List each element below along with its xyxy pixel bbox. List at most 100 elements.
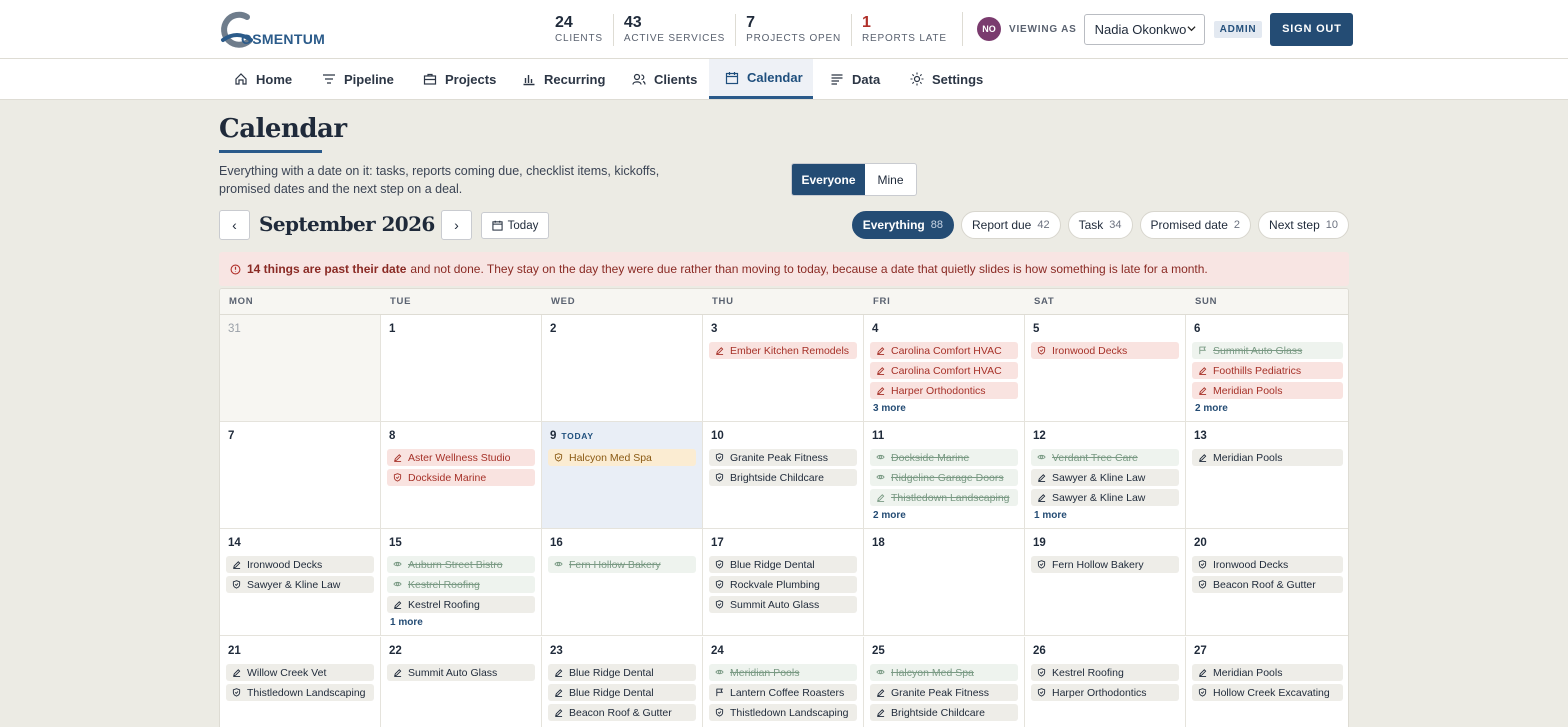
nav-home[interactable]: Home [234, 59, 292, 99]
more-events-link[interactable]: 1 more [387, 617, 535, 628]
calendar-event[interactable]: Brightside Childcare [870, 704, 1018, 721]
nav-settings[interactable]: Settings [910, 59, 983, 99]
more-events-link[interactable]: 3 more [870, 403, 1018, 414]
calendar-event[interactable]: Kestrel Roofing [1031, 664, 1179, 681]
day-cell[interactable]: 14 Ironwood Decks Sawyer & Kline Law [220, 529, 381, 636]
calendar-event[interactable]: Summit Auto Glass [387, 664, 535, 681]
calendar-event[interactable]: Meridian Pools [709, 664, 857, 681]
day-cell[interactable]: 13 Meridian Pools [1186, 422, 1348, 529]
calendar-event[interactable]: Verdant Tree Care [1031, 449, 1179, 466]
nav-recurring[interactable]: Recurring [522, 59, 605, 99]
day-cell[interactable]: 15 Auburn Street Bistro Kestrel Roofing Kes… [381, 529, 542, 636]
filter-promised-date[interactable]: Promised date 2 [1139, 211, 1252, 239]
calendar-event[interactable]: Summit Auto Glass [1192, 342, 1343, 359]
calendar-event[interactable]: Ember Kitchen Remodels [709, 342, 857, 359]
scope-mine[interactable]: Mine [865, 164, 916, 195]
calendar-event[interactable]: Sawyer & Kline Law [1031, 489, 1179, 506]
calendar-event[interactable]: Dockside Marine [387, 469, 535, 486]
calendar-event[interactable]: Rockvale Plumbing [709, 576, 857, 593]
day-cell[interactable]: 25 Halcyon Med Spa Granite Peak Fitness Bri… [864, 637, 1025, 727]
calendar-event[interactable]: Dockside Marine [870, 449, 1018, 466]
nav-pipeline[interactable]: Pipeline [322, 59, 394, 99]
day-cell[interactable]: 18 [864, 529, 1025, 636]
day-cell[interactable]: 8 Aster Wellness Studio Dockside Marine [381, 422, 542, 529]
calendar-event[interactable]: Blue Ridge Dental [548, 684, 696, 701]
filter-next-step[interactable]: Next step 10 [1258, 211, 1349, 239]
calendar-event[interactable]: Meridian Pools [1192, 449, 1343, 466]
calendar-event[interactable]: Blue Ridge Dental [548, 664, 696, 681]
calendar-event[interactable]: Beacon Roof & Gutter [548, 704, 696, 721]
day-cell[interactable]: 31 [220, 315, 381, 422]
stat-clients[interactable]: 24 CLIENTS [545, 14, 613, 46]
calendar-event[interactable]: Harper Orthodontics [870, 382, 1018, 399]
day-cell[interactable]: 27 Meridian Pools Hollow Creek Excavating [1186, 637, 1348, 727]
day-cell[interactable]: 23 Blue Ridge Dental Blue Ridge Dental Beac… [542, 637, 703, 727]
calendar-event[interactable]: Beacon Roof & Gutter [1192, 576, 1343, 593]
day-cell[interactable]: 6 Summit Auto Glass Foothills Pediatrics Me… [1186, 315, 1348, 422]
day-cell[interactable]: 5 Ironwood Decks [1025, 315, 1186, 422]
calendar-event[interactable]: Willow Creek Vet [226, 664, 374, 681]
calendar-event[interactable]: Granite Peak Fitness [709, 449, 857, 466]
calendar-event[interactable]: Summit Auto Glass [709, 596, 857, 613]
next-month-button[interactable]: › [441, 210, 472, 240]
logo[interactable]: OSMENTUM [219, 10, 339, 50]
calendar-event[interactable]: Kestrel Roofing [387, 596, 535, 613]
calendar-event[interactable]: Thistledown Landscaping [870, 489, 1018, 506]
day-cell[interactable]: 22 Summit Auto Glass [381, 637, 542, 727]
day-cell[interactable]: 17 Blue Ridge Dental Rockvale Plumbing Summ… [703, 529, 864, 636]
calendar-event[interactable]: Ironwood Decks [1031, 342, 1179, 359]
day-cell[interactable]: 16 Fern Hollow Bakery [542, 529, 703, 636]
nav-projects[interactable]: Projects [423, 59, 496, 99]
calendar-event[interactable]: Kestrel Roofing [387, 576, 535, 593]
stat-reports-late[interactable]: 1 REPORTS LATE [851, 14, 957, 46]
day-cell[interactable]: 26 Kestrel Roofing Harper Orthodontics [1025, 637, 1186, 727]
stat-projects-open[interactable]: 7 PROJECTS OPEN [735, 14, 851, 46]
calendar-event[interactable]: Fern Hollow Bakery [548, 556, 696, 573]
viewing-as-select[interactable]: Nadia Okonkwo [1083, 13, 1205, 45]
calendar-event[interactable]: Fern Hollow Bakery [1031, 556, 1179, 573]
calendar-event[interactable]: Sawyer & Kline Law [226, 576, 374, 593]
more-events-link[interactable]: 2 more [870, 510, 1018, 521]
nav-calendar[interactable]: Calendar [709, 59, 813, 99]
calendar-event[interactable]: Meridian Pools [1192, 382, 1343, 399]
day-cell[interactable]: 4 Carolina Comfort HVAC Carolina Comfort H… [864, 315, 1025, 422]
calendar-event[interactable]: Harper Orthodontics [1031, 684, 1179, 701]
day-cell[interactable]: 20 Ironwood Decks Beacon Roof & Gutter [1186, 529, 1348, 636]
calendar-event[interactable]: Carolina Comfort HVAC [870, 342, 1018, 359]
calendar-event[interactable]: Ironwood Decks [1192, 556, 1343, 573]
day-cell[interactable]: 7 [220, 422, 381, 529]
calendar-event[interactable]: Aster Wellness Studio [387, 449, 535, 466]
filter-task[interactable]: Task 34 [1067, 211, 1133, 239]
day-cell[interactable]: 3 Ember Kitchen Remodels [703, 315, 864, 422]
calendar-event[interactable]: Halcyon Med Spa [548, 449, 696, 466]
filter-everything[interactable]: Everything 88 [851, 211, 954, 239]
day-cell[interactable]: 2 [542, 315, 703, 422]
calendar-event[interactable]: Foothills Pediatrics [1192, 362, 1343, 379]
calendar-event[interactable]: Meridian Pools [1192, 664, 1343, 681]
sign-out-button[interactable]: SIGN OUT [1270, 12, 1354, 46]
day-cell[interactable]: 11 Dockside Marine Ridgeline Garage Doors T… [864, 422, 1025, 529]
calendar-event[interactable]: Thistledown Landscaping [226, 684, 374, 701]
stat-active-services[interactable]: 43 ACTIVE SERVICES [612, 14, 735, 46]
calendar-event[interactable]: Sawyer & Kline Law [1031, 469, 1179, 486]
calendar-event[interactable]: Carolina Comfort HVAC [870, 362, 1018, 379]
day-cell[interactable]: 19 Fern Hollow Bakery [1025, 529, 1186, 636]
calendar-event[interactable]: Lantern Coffee Roasters [709, 684, 857, 701]
calendar-event[interactable]: Blue Ridge Dental [709, 556, 857, 573]
day-cell[interactable]: 24 Meridian Pools Lantern Coffee Roasters T… [703, 637, 864, 727]
calendar-event[interactable]: Granite Peak Fitness [870, 684, 1018, 701]
calendar-event[interactable]: Hollow Creek Excavating [1192, 684, 1343, 701]
calendar-event[interactable]: Halcyon Med Spa [870, 664, 1018, 681]
day-cell[interactable]: 9 TODAY Halcyon Med Spa [542, 422, 703, 529]
calendar-event[interactable]: Brightside Childcare [709, 469, 857, 486]
nav-data[interactable]: Data [830, 59, 880, 99]
prev-month-button[interactable]: ‹ [219, 210, 250, 240]
more-events-link[interactable]: 1 more [1031, 510, 1179, 521]
calendar-event[interactable]: Ridgeline Garage Doors [870, 469, 1018, 486]
calendar-event[interactable]: Auburn Street Bistro [387, 556, 535, 573]
more-events-link[interactable]: 2 more [1192, 403, 1343, 414]
day-cell[interactable]: 21 Willow Creek Vet Thistledown Landscapin… [220, 637, 381, 727]
day-cell[interactable]: 12 Verdant Tree Care Sawyer & Kline Law Saw… [1025, 422, 1186, 529]
nav-clients[interactable]: Clients [632, 59, 697, 99]
today-button[interactable]: Today [481, 212, 549, 239]
